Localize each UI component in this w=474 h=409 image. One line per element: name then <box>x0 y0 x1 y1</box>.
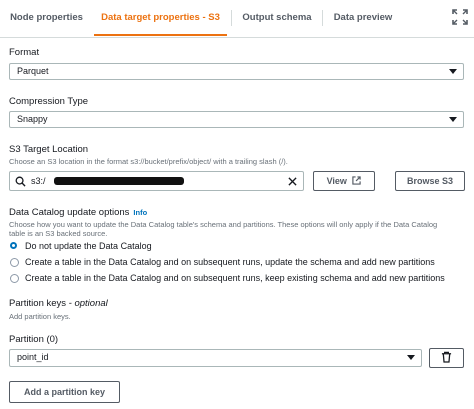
catalog-options-title: Data Catalog update options <box>9 207 130 218</box>
radio-label: Create a table in the Data Catalog and o… <box>25 257 435 267</box>
tab-bar: Node properties Data target properties -… <box>0 0 474 38</box>
radio-selected-icon[interactable] <box>10 242 17 249</box>
format-label: Format <box>9 47 40 58</box>
chevron-down-icon <box>449 117 457 122</box>
tab-output-schema[interactable]: Output schema <box>236 0 318 36</box>
clear-icon[interactable] <box>288 177 297 186</box>
optional-tag: - optional <box>68 298 108 309</box>
tab-node-properties[interactable]: Node properties <box>4 0 89 36</box>
s3-location-input[interactable]: s3:/ <box>9 171 304 191</box>
radio-unselected-icon[interactable] <box>10 258 19 267</box>
info-link[interactable]: Info <box>133 208 147 217</box>
compression-value: Snappy <box>17 114 48 124</box>
s3-location-description: Choose an S3 location in the format s3:/… <box>9 157 288 166</box>
view-button[interactable]: View <box>313 171 375 191</box>
tab-data-preview[interactable]: Data preview <box>327 0 399 36</box>
redacted-path <box>54 177 184 185</box>
tab-divider <box>231 10 232 26</box>
partition-value: point_id <box>17 352 49 362</box>
partition-keys-label: Partition keys - optional <box>9 298 108 309</box>
radio-label: Do not update the Data Catalog <box>25 241 152 251</box>
tab-data-target-properties[interactable]: Data target properties - S3 <box>94 0 227 36</box>
partition-keys-title: Partition keys <box>9 298 67 309</box>
external-link-icon <box>352 176 362 185</box>
chevron-down-icon <box>407 355 415 360</box>
tab-divider <box>322 10 323 26</box>
compression-label: Compression Type <box>9 96 89 107</box>
delete-partition-button[interactable] <box>429 348 464 368</box>
radio-unselected-icon[interactable] <box>10 274 19 283</box>
radio-label: Create a table in the Data Catalog and o… <box>25 273 445 283</box>
catalog-description-line2: table is an S3 backed source. <box>9 229 108 238</box>
compression-select[interactable]: Snappy <box>9 111 464 128</box>
chevron-down-icon <box>449 69 457 74</box>
browse-s3-button[interactable]: Browse S3 <box>395 171 465 191</box>
s3-location-value: s3:/ <box>31 176 46 186</box>
partition-count-label: Partition (0) <box>9 334 59 345</box>
view-label: View <box>326 176 347 186</box>
add-partition-key-button[interactable]: Add a partition key <box>9 381 120 403</box>
catalog-options-label: Data Catalog update options Info <box>9 207 147 218</box>
search-icon <box>15 176 26 187</box>
s3-location-label: S3 Target Location <box>9 144 89 155</box>
partition-select[interactable]: point_id <box>9 349 422 367</box>
format-value: Parquet <box>17 66 49 76</box>
format-select[interactable]: Parquet <box>9 63 464 80</box>
partition-keys-description: Add partition keys. <box>9 312 71 321</box>
expand-icon[interactable] <box>452 9 468 25</box>
trash-icon <box>441 351 452 363</box>
catalog-description-line1: Choose how you want to update the Data C… <box>9 220 438 229</box>
